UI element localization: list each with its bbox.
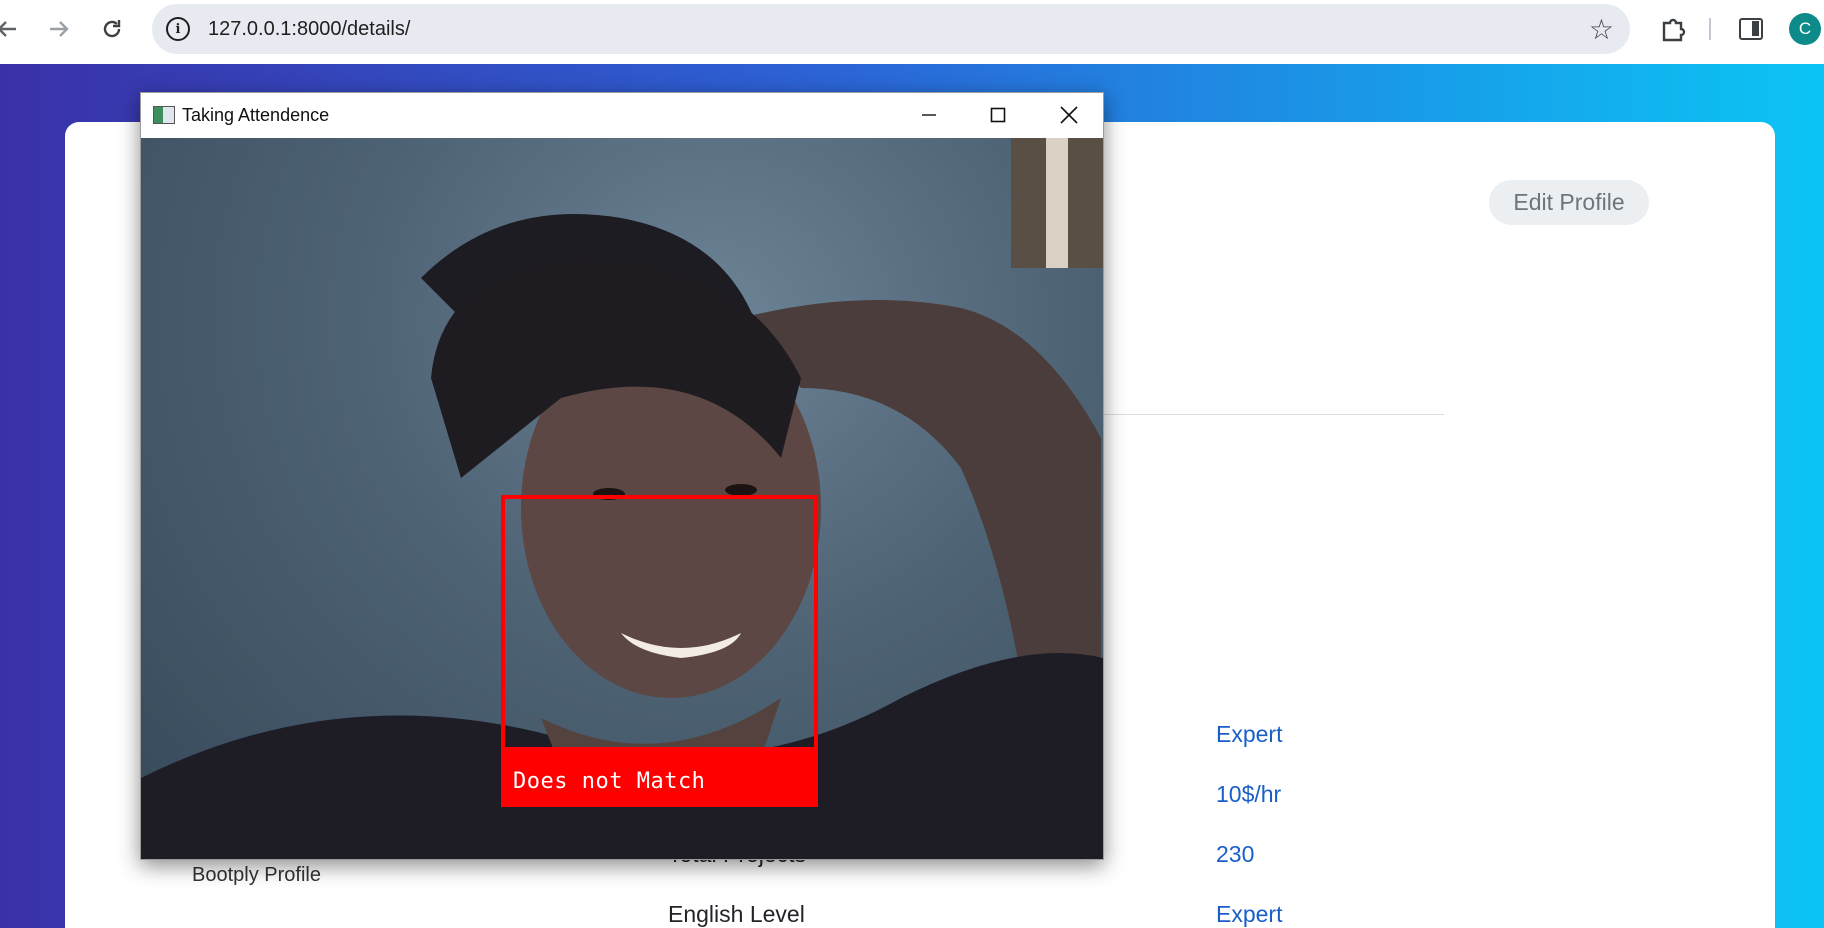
- attendance-window[interactable]: Taking Attendence Does not Match: [140, 92, 1104, 860]
- detail-value-english-level: Expert: [1216, 901, 1283, 927]
- app-icon: [153, 106, 175, 124]
- back-button[interactable]: [0, 12, 24, 46]
- camera-feed: Does not Match: [141, 138, 1103, 859]
- browser-toolbar: i 127.0.0.1:8000/details/ ☆ C: [0, 0, 1824, 64]
- detail-value-total-projects: 230: [1216, 841, 1255, 867]
- arrow-right-icon: [50, 21, 69, 37]
- reload-button[interactable]: [95, 12, 129, 46]
- detail-label-english-level: English Level: [668, 901, 805, 927]
- address-bar[interactable]: i 127.0.0.1:8000/details/ ☆: [152, 4, 1630, 54]
- minimize-icon: [922, 114, 936, 116]
- forward-button[interactable]: [42, 12, 76, 46]
- window-titlebar[interactable]: Taking Attendence: [141, 93, 1103, 138]
- maximize-button[interactable]: [970, 97, 1026, 133]
- face-match-status: Does not Match: [513, 769, 706, 794]
- close-icon: [1060, 106, 1078, 124]
- info-icon[interactable]: i: [166, 17, 190, 41]
- maximize-icon: [990, 107, 1006, 123]
- section-divider: [1104, 414, 1444, 415]
- minimize-button[interactable]: [901, 97, 957, 133]
- detail-value-rate: 10$/hr: [1216, 781, 1282, 807]
- window-title: Taking Attendence: [182, 105, 330, 125]
- detail-value-expertise: Expert: [1216, 721, 1283, 747]
- url-text[interactable]: 127.0.0.1:8000/details/: [208, 18, 410, 41]
- profile-avatar[interactable]: C: [1789, 13, 1821, 45]
- star-icon[interactable]: ☆: [1589, 13, 1614, 46]
- arrow-left-icon: [0, 21, 16, 37]
- bootply-profile-text: Bootply Profile: [192, 864, 321, 886]
- puzzle-icon[interactable]: [1655, 12, 1689, 46]
- reload-icon: [103, 20, 121, 38]
- toolbar-divider: [1709, 18, 1711, 40]
- close-button[interactable]: [1041, 97, 1097, 133]
- side-panel-icon[interactable]: [1739, 18, 1763, 40]
- edit-profile-button[interactable]: Edit Profile: [1489, 180, 1649, 225]
